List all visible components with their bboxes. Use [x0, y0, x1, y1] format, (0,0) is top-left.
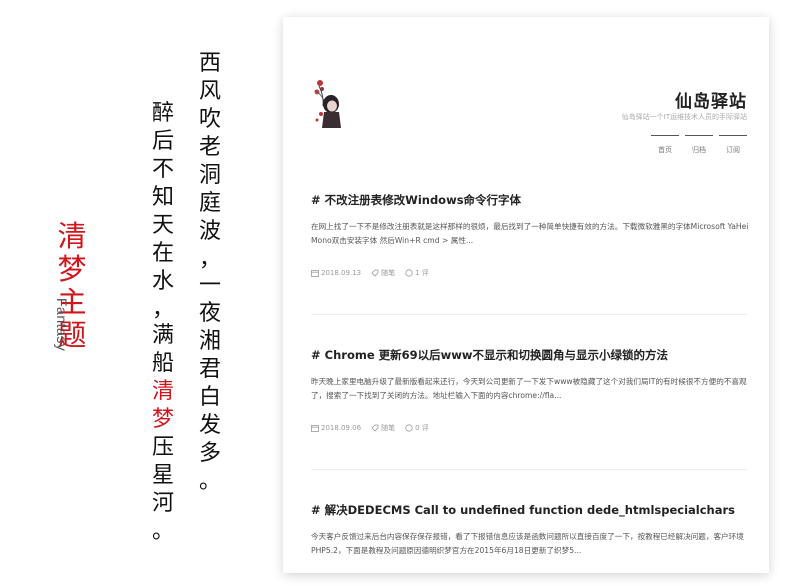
post-title[interactable]: # Chrome 更新69以后www不显示和切换圆角与显示小绿锁的方法 [311, 347, 749, 363]
poem-char: ， [151, 297, 174, 322]
poem-char: 波 [198, 219, 221, 244]
post-category[interactable]: 随笔 [371, 268, 395, 278]
post-title[interactable]: # 解决DEDECMS Call to undefined function de… [311, 502, 749, 518]
post-title-text[interactable]: Chrome 更新69以后www不显示和切换圆角与显示小绿锁的方法 [325, 348, 668, 362]
poem-char: 吹 [198, 107, 221, 132]
post-meta: 2018.09.13 随笔 1 评 [311, 268, 749, 278]
poem-char: 夜 [198, 301, 221, 326]
post-date: 2018.09.13 [311, 269, 361, 277]
hash-mark: # [311, 348, 321, 362]
poem-char: 一 [198, 273, 221, 298]
post-date-text: 2018.09.06 [321, 424, 362, 432]
poem-char: 满 [151, 323, 174, 348]
poem-line-left: 醉后不知天在水 ，满船清梦压星河。 [145, 100, 181, 544]
post-title-text[interactable]: 不改注册表修改Windows命令行字体 [325, 193, 521, 207]
poem-char: 知 [151, 185, 174, 210]
post-item: # 解决DEDECMS Call to undefined function de… [311, 502, 749, 558]
divider [311, 314, 747, 315]
post-title-text[interactable]: 解决DEDECMS Call to undefined function ded… [325, 503, 735, 517]
comment-icon [405, 424, 413, 432]
post-category-text[interactable]: 随笔 [381, 268, 395, 278]
blog-card: 仙岛驿站 仙岛驿站一个IT运维技术人员的手际驿站 首页 归档 订阅 # 不改注册表… [283, 17, 769, 573]
theme-char: 梦 [57, 252, 87, 286]
poem-char: 湘 [198, 329, 221, 354]
poem-char: 。 [151, 519, 174, 544]
poem-char: 后 [151, 129, 174, 154]
poem-char: 醉 [151, 101, 174, 126]
poem-char: 压 [151, 435, 174, 460]
hash-mark: # [311, 193, 321, 207]
poem-char: 君 [198, 357, 221, 382]
post-comments[interactable]: 1 评 [405, 268, 429, 278]
poem-char: 多 [198, 441, 221, 466]
poem-char: 天 [151, 213, 174, 238]
poem-char: 水 [151, 269, 174, 294]
poem-char: 发 [198, 413, 221, 438]
post-date: 2018.09.06 [311, 424, 361, 432]
post-comments-text[interactable]: 0 评 [415, 423, 429, 433]
comment-icon [405, 269, 413, 277]
tag-icon [371, 269, 379, 277]
poem-char: 河 [151, 491, 174, 516]
post-meta: 2018.09.06 随笔 0 评 [311, 423, 749, 433]
poem-char: 不 [151, 157, 174, 182]
poem-char: 船 [151, 351, 174, 376]
hash-mark: # [311, 503, 321, 517]
post-excerpt: 今天客户反馈过来后台内容保存保存报错，看了下报错信息应该是函数问题所以直接百度了… [311, 532, 744, 555]
main-nav: 首页 归档 订阅 [651, 135, 747, 155]
post-item: # Chrome 更新69以后www不显示和切换圆角与显示小绿锁的方法 昨天晚上家… [311, 347, 749, 433]
poem-char: 在 [151, 241, 174, 266]
poem-char: 梦 [151, 407, 174, 432]
post-excerpt: 昨天晚上家里电脑升级了最新版看起来还行，今天到公司更新了一下发下www被隐藏了这… [311, 377, 747, 400]
post-title[interactable]: # 不改注册表修改Windows命令行字体 [311, 192, 749, 208]
post-comments[interactable]: 0 评 [405, 423, 429, 433]
post-comments-text[interactable]: 1 评 [415, 268, 429, 278]
post-date-text: 2018.09.13 [321, 269, 362, 277]
theme-char: 清 [57, 219, 87, 253]
nav-subscribe[interactable]: 订阅 [719, 135, 747, 155]
calendar-icon [311, 425, 319, 432]
post-item: # 不改注册表修改Windows命令行字体 在网上找了一下不是修改注册表就是这样那… [311, 192, 749, 278]
avatar [311, 76, 343, 128]
site-title[interactable]: 仙岛驿站 [675, 87, 747, 112]
poem-char: 星 [151, 463, 174, 488]
poem-char: 老 [198, 135, 221, 160]
poem-char: 清 [151, 379, 174, 404]
nav-archive[interactable]: 归档 [685, 135, 713, 155]
theme-subtitle-en: Fantasy [54, 298, 70, 352]
site-subtitle: 仙岛驿站一个IT运维技术人员的手际驿站 [621, 113, 747, 121]
tag-icon [371, 424, 379, 432]
poem-char: 庭 [198, 191, 221, 216]
poem-line-right: 西风吹老洞庭波 ，一夜湘君白发多。 [192, 50, 228, 494]
post-category-text[interactable]: 随笔 [381, 423, 395, 433]
calendar-icon [311, 270, 319, 277]
poem-char: 。 [198, 469, 221, 494]
poem-char: ， [198, 247, 221, 272]
nav-home[interactable]: 首页 [651, 135, 679, 155]
poem-char: 白 [198, 385, 221, 410]
post-category[interactable]: 随笔 [371, 423, 395, 433]
poem-char: 洞 [198, 163, 221, 188]
divider [311, 469, 747, 470]
poem-char: 西 [198, 51, 221, 76]
poem-char: 风 [198, 79, 221, 104]
post-excerpt: 在网上找了一下不是修改注册表就是这样那样的很烦，最后找到了一种简单快捷有效的方法… [311, 222, 749, 245]
